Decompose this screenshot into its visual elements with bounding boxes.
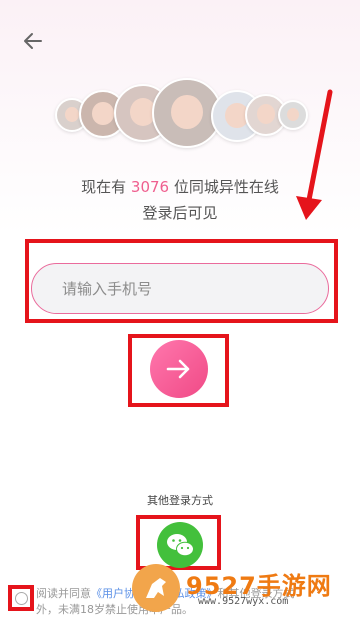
back-button[interactable]: [20, 30, 46, 52]
phone-input[interactable]: [31, 263, 329, 314]
arrow-right-icon: [166, 359, 190, 379]
highlight-box-checkbox: [8, 585, 34, 611]
arrow-left-icon: [24, 33, 42, 49]
avatar-7: [278, 100, 308, 130]
online-count: 3076: [130, 178, 170, 196]
agreement-prefix: 阅读并同意: [36, 587, 91, 600]
next-button[interactable]: [150, 340, 208, 398]
headline-prefix: 现在有: [81, 178, 131, 196]
other-login-label: 其他登录方式: [147, 494, 213, 507]
watermark: 9527手游网 www.9527wyx.com: [128, 558, 360, 621]
horse-logo-icon: [132, 564, 180, 612]
wechat-icon: [167, 534, 194, 557]
watermark-url: www.9527wyx.com: [198, 596, 289, 607]
login-hint: 登录后可见: [142, 204, 218, 222]
headline-suffix: 位同城异性在线: [169, 178, 279, 196]
online-count-text: 现在有 3076 位同城异性在线: [0, 176, 360, 197]
avatar-carousel: [0, 78, 360, 148]
